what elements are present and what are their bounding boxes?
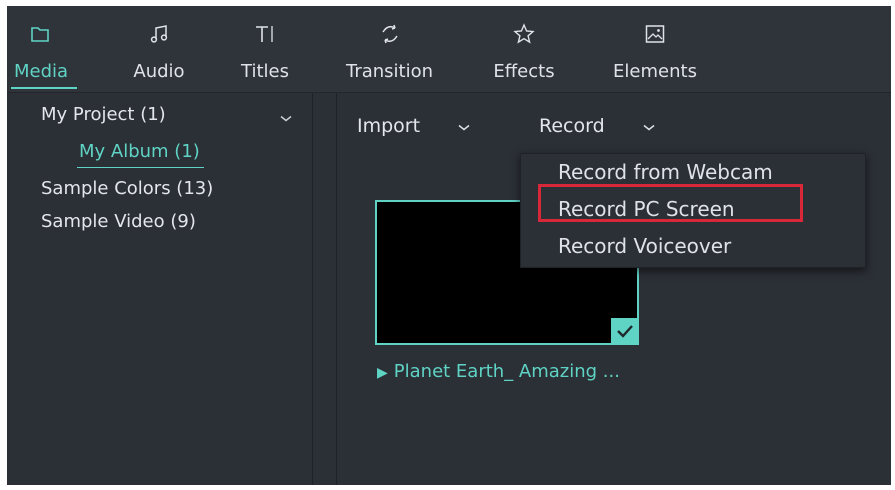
chevron-down-icon <box>643 124 655 131</box>
selected-checkmark <box>611 318 639 345</box>
selected-indicator <box>77 167 204 168</box>
sidebar-item-sample-video[interactable]: Sample Video (9) <box>41 211 196 232</box>
sidebar-item-my-project[interactable]: My Project (1) <box>41 104 166 125</box>
media-library-sidebar: My Project (1) My Album (1) Sample Color… <box>7 93 313 485</box>
media-panel: Import Record ▶ Planet Earth_ Amazing ... <box>337 93 891 485</box>
tab-transition-label: Transition <box>345 61 434 82</box>
text-cursor-icon <box>256 26 273 42</box>
music-note-icon <box>150 25 168 43</box>
import-button[interactable]: Import <box>357 115 483 137</box>
tab-elements-label: Elements <box>613 61 697 82</box>
menu-item-label: Record Voiceover <box>558 234 732 258</box>
tab-effects-label: Effects <box>493 61 555 82</box>
record-button[interactable]: Record <box>539 115 659 137</box>
media-clip-title[interactable]: ▶ Planet Earth_ Amazing ... <box>377 361 620 382</box>
chevron-down-icon[interactable] <box>280 115 292 123</box>
tab-titles[interactable]: Titles <box>231 6 299 92</box>
sidebar-item-label: Sample Video (9) <box>41 211 196 232</box>
menu-item-record-pc-screen[interactable]: Record PC Screen <box>521 191 865 228</box>
tab-audio-label: Audio <box>133 61 185 82</box>
sidebar-item-my-album[interactable]: My Album (1) <box>77 141 204 168</box>
tab-transition[interactable]: Transition <box>337 6 442 92</box>
checkmark-icon <box>617 325 633 338</box>
effects-icon <box>513 23 535 44</box>
media-tab-bar: Media Audio Titles Transition Effects El… <box>7 6 891 93</box>
tab-media-label: Media <box>14 61 69 82</box>
record-dropdown-menu: Record from Webcam Record PC Screen Reco… <box>520 153 866 268</box>
sidebar-item-label: Sample Colors (13) <box>41 178 214 199</box>
sidebar-item-label: My Project (1) <box>41 104 166 125</box>
menu-item-record-webcam[interactable]: Record from Webcam <box>521 154 865 191</box>
tab-audio[interactable]: Audio <box>123 6 195 92</box>
record-label: Record <box>539 115 605 137</box>
clip-title-text: Planet Earth_ Amazing ... <box>393 361 620 382</box>
tab-effects[interactable]: Effects <box>484 6 564 92</box>
image-icon <box>645 25 665 43</box>
folder-icon <box>31 27 49 42</box>
editor-window: Media Audio Titles Transition Effects El… <box>7 6 891 485</box>
play-icon: ▶ <box>377 365 388 381</box>
tab-elements[interactable]: Elements <box>605 6 705 92</box>
active-tab-indicator <box>11 87 77 89</box>
tab-media[interactable]: Media <box>7 6 81 92</box>
sidebar-item-label: My Album (1) <box>79 141 200 162</box>
chevron-down-icon <box>458 124 470 131</box>
menu-item-label: Record PC Screen <box>558 197 735 221</box>
tab-titles-label: Titles <box>241 61 289 82</box>
import-label: Import <box>357 115 421 137</box>
sidebar-item-sample-colors[interactable]: Sample Colors (13) <box>41 178 213 199</box>
menu-item-label: Record from Webcam <box>558 160 773 184</box>
transition-icon <box>381 24 398 44</box>
menu-item-record-voiceover[interactable]: Record Voiceover <box>521 228 865 265</box>
